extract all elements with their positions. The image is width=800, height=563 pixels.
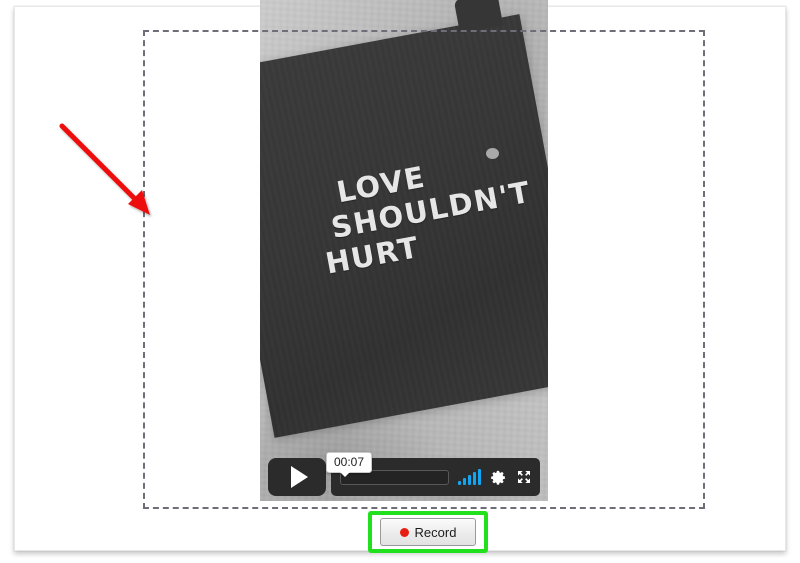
placard-hole xyxy=(486,148,499,159)
record-dot-icon xyxy=(399,527,409,537)
placard-tab xyxy=(453,0,504,34)
record-button-highlight: Record xyxy=(368,511,488,553)
video-control-bar xyxy=(268,458,540,496)
placard-shape xyxy=(260,0,548,438)
screenshot-root: LOVE SHOULDN'T HURT 00:07 Record xyxy=(0,0,800,563)
play-button[interactable] xyxy=(268,458,326,496)
gear-icon[interactable] xyxy=(490,469,507,486)
volume-bars-icon[interactable] xyxy=(458,468,481,485)
volume-bar-4 xyxy=(473,471,476,485)
video-player[interactable] xyxy=(260,0,548,501)
volume-bar-3 xyxy=(468,474,471,485)
record-button-label: Record xyxy=(414,524,457,540)
fullscreen-expand-icon[interactable] xyxy=(516,469,532,485)
volume-bar-2 xyxy=(463,477,466,485)
play-triangle-icon xyxy=(290,466,308,488)
volume-bar-1 xyxy=(458,480,461,485)
record-button[interactable]: Record xyxy=(380,518,476,546)
volume-bar-5 xyxy=(478,468,481,485)
current-time-tooltip: 00:07 xyxy=(326,452,373,477)
